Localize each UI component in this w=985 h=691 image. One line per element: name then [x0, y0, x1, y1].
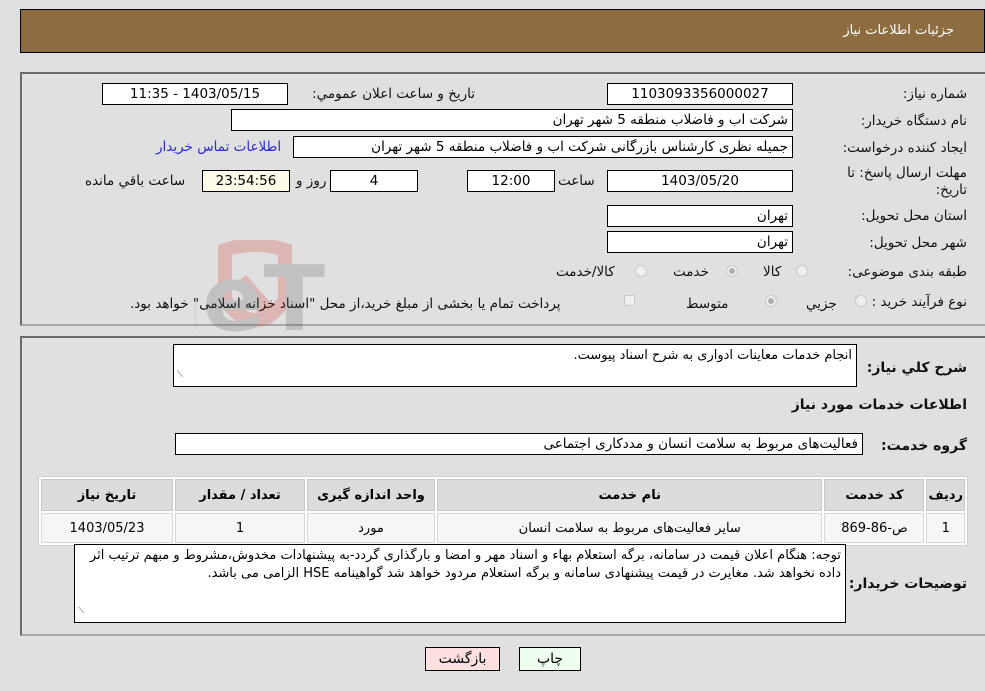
summary-text: انجام خدمات معاینات ادواری به شرح اسناد … [573, 348, 852, 363]
col-header-need-date: تاریخ نیاز [41, 479, 173, 511]
purchase-radio-minor[interactable] [855, 295, 867, 307]
category-option-service: خدمت [673, 264, 709, 280]
cell-service-code: ص-86-869 [824, 513, 925, 543]
cell-unit: مورد [307, 513, 435, 543]
cell-need-date: 1403/05/23 [41, 513, 173, 543]
col-header-unit: واحد اندازه گیری [307, 479, 435, 511]
resize-grip-icon[interactable]: ⟋ [177, 366, 183, 384]
buyer-contact-link[interactable]: اطلاعات تماس خریدار [156, 139, 281, 155]
requester-label: ایجاد کننده درخواست: [842, 140, 967, 156]
purchase-type-label: نوع فرآیند خرید : [871, 294, 967, 310]
cell-row-number: 1 [926, 513, 965, 543]
summary-label: شرح کلي نياز: [866, 360, 967, 376]
category-option-goods: کالا [763, 264, 782, 280]
category-option-goods-service: کالا/خدمت [556, 264, 615, 280]
service-group-field[interactable]: فعالیت‌های مربوط به سلامت انسان و مددکار… [175, 433, 863, 455]
category-radio-goods[interactable] [796, 265, 808, 277]
buyer-notes-textarea[interactable]: توجه: هنگام اعلان قیمت در سامانه، برگه ا… [74, 544, 846, 623]
treasury-checkbox[interactable] [624, 295, 635, 306]
announce-datetime-field[interactable]: 1403/05/15 - 11:35 [102, 83, 288, 105]
summary-textarea[interactable]: انجام خدمات معاینات ادواری به شرح اسناد … [173, 344, 857, 387]
resize-grip-icon[interactable]: ⟋ [78, 602, 84, 620]
category-radio-service[interactable] [726, 265, 738, 277]
purchase-option-minor: جزيي [806, 296, 837, 312]
page-title: جزئیات اطلاعات نیاز [843, 23, 954, 38]
category-radio-goods-service[interactable] [635, 265, 647, 277]
need-number-field[interactable]: 1103093356000027 [607, 83, 793, 105]
col-header-service-code: کد خدمت [824, 479, 925, 511]
cell-service-name: سایر فعالیت‌های مربوط به سلامت انسان [437, 513, 823, 543]
back-button[interactable]: بازگشت [425, 647, 500, 671]
services-heading: اطلاعات خدمات مورد نیاز [791, 397, 967, 413]
deadline-time-label: ساعت [558, 173, 595, 189]
buyer-notes-text: توجه: هنگام اعلان قیمت در سامانه، برگه ا… [89, 548, 841, 581]
remaining-time-field: 23:54:56 [202, 170, 290, 192]
treasury-note: پرداخت تمام یا بخشی از مبلغ خرید،از محل … [130, 296, 561, 312]
col-header-service-name: نام خدمت [437, 479, 823, 511]
buyer-notes-label: توضیحات خریدار: [848, 576, 967, 592]
print-button[interactable]: چاپ [519, 647, 581, 671]
need-number-label: شماره نیاز: [902, 86, 967, 102]
table-row: 1 ص-86-869 سایر فعالیت‌های مربوط به سلام… [41, 513, 965, 543]
buyer-org-field[interactable]: شرکت اب و فاضلاب منطقه 5 شهر تهران [231, 109, 793, 131]
deadline-time-field[interactable]: 12:00 [467, 170, 555, 192]
remaining-label: ساعت باقي مانده [85, 173, 186, 189]
cell-quantity: 1 [175, 513, 305, 543]
page-header: جزئیات اطلاعات نیاز [20, 9, 985, 53]
services-table: ردیف کد خدمت نام خدمت واحد اندازه گیری ت… [38, 476, 968, 546]
col-header-quantity: تعداد / مقدار [175, 479, 305, 511]
col-header-row-number: ردیف [926, 479, 965, 511]
days-label: روز و [296, 173, 327, 189]
province-label: استان محل تحویل: [861, 208, 967, 224]
purchase-option-medium: متوسط [686, 296, 729, 312]
deadline-date-field[interactable]: 1403/05/20 [607, 170, 793, 192]
days-remaining-field: 4 [330, 170, 418, 192]
city-label: شهر محل تحویل: [869, 235, 967, 251]
announce-datetime-label: تاریخ و ساعت اعلان عمومي: [312, 86, 475, 102]
deadline-label: مهلت ارسال پاسخ: تا تاریخ: [847, 165, 967, 198]
buyer-org-label: نام دستگاه خریدار: [860, 113, 967, 129]
requester-field[interactable]: جمیله نظری کارشناس بازرگانی شرکت اب و فا… [293, 136, 793, 158]
category-label: طبقه بندی موضوعی: [847, 264, 967, 280]
service-group-label: گروه خدمت: [881, 438, 967, 454]
city-field[interactable]: تهران [607, 231, 793, 253]
province-field[interactable]: تهران [607, 205, 793, 227]
purchase-radio-medium[interactable] [765, 295, 777, 307]
table-header-row: ردیف کد خدمت نام خدمت واحد اندازه گیری ت… [41, 479, 965, 511]
